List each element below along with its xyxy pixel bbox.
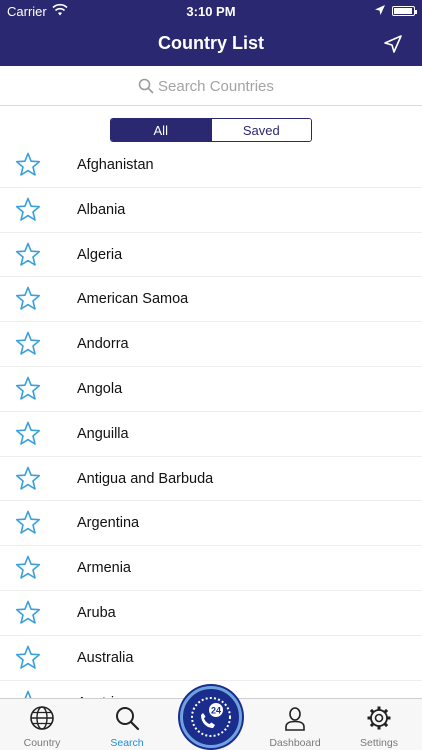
user-icon bbox=[285, 707, 305, 731]
country-name: Antigua and Barbuda bbox=[77, 470, 214, 487]
24h-call-icon: 24 bbox=[191, 697, 231, 737]
country-row[interactable]: American Samoa bbox=[0, 277, 422, 323]
page-title: Country List bbox=[158, 33, 264, 53]
search-input[interactable] bbox=[158, 75, 358, 97]
country-name: American Samoa bbox=[77, 291, 189, 308]
call-badge-text: 24 bbox=[211, 706, 221, 716]
star-icon[interactable] bbox=[14, 151, 42, 179]
segment-all[interactable]: All bbox=[111, 119, 211, 141]
tab-dashboard-label: Dashboard bbox=[269, 737, 321, 749]
country-row[interactable]: Antigua and Barbuda bbox=[0, 457, 422, 502]
tab-dashboard[interactable]: Dashboard bbox=[253, 699, 337, 750]
country-list: Afghanistan Albania Algeria American Samoa A… bbox=[0, 143, 422, 698]
country-name: Argentina bbox=[77, 515, 140, 532]
star-icon[interactable] bbox=[14, 509, 42, 537]
star-icon[interactable] bbox=[14, 285, 42, 313]
country-name: Andorra bbox=[77, 336, 129, 353]
star-icon[interactable] bbox=[14, 465, 42, 493]
tab-settings[interactable]: Settings bbox=[337, 699, 421, 750]
search-icon bbox=[116, 707, 140, 731]
star-icon[interactable] bbox=[14, 241, 42, 269]
country-row[interactable]: Australia bbox=[0, 636, 422, 681]
tab-search[interactable]: Search bbox=[85, 699, 169, 750]
globe-icon bbox=[30, 706, 54, 730]
star-icon[interactable] bbox=[14, 330, 42, 358]
country-name: Afghanistan bbox=[77, 157, 154, 173]
country-name: Aruba bbox=[77, 604, 116, 621]
navigation-bar: Country List bbox=[0, 22, 422, 66]
segment-saved[interactable]: Saved bbox=[210, 119, 311, 141]
tab-settings-label: Settings bbox=[360, 737, 398, 749]
country-name: Albania bbox=[77, 201, 126, 218]
country-row[interactable]: Anguilla bbox=[0, 412, 422, 457]
star-icon[interactable] bbox=[14, 599, 42, 627]
country-row[interactable]: Aruba bbox=[0, 591, 422, 636]
filter-segmented-control: All Saved bbox=[110, 118, 312, 142]
country-row[interactable]: Algeria bbox=[0, 233, 422, 278]
country-name: Angola bbox=[77, 380, 123, 397]
country-name: Armenia bbox=[77, 560, 131, 577]
country-row[interactable]: Albania bbox=[0, 188, 422, 233]
tab-country-label: Country bbox=[23, 737, 61, 749]
country-row[interactable]: Angola bbox=[0, 367, 422, 412]
star-icon[interactable] bbox=[14, 644, 42, 672]
emergency-call-button[interactable]: 24 bbox=[180, 686, 242, 748]
status-bar: Carrier 3:10 PM bbox=[0, 0, 422, 22]
country-row[interactable]: Armenia bbox=[0, 546, 422, 591]
location-arrow-icon[interactable] bbox=[382, 33, 404, 55]
country-name: Australia bbox=[77, 649, 134, 666]
tab-country[interactable]: Country bbox=[0, 699, 84, 750]
search-icon bbox=[138, 78, 154, 94]
tab-search-label: Search bbox=[110, 737, 144, 749]
star-icon[interactable] bbox=[14, 196, 42, 224]
search-bar bbox=[0, 66, 422, 106]
location-status-icon bbox=[375, 5, 385, 15]
country-row[interactable]: Andorra bbox=[0, 322, 422, 367]
star-icon[interactable] bbox=[14, 689, 42, 698]
star-icon[interactable] bbox=[14, 375, 42, 403]
country-name: Anguilla bbox=[77, 425, 129, 442]
country-row[interactable]: Argentina bbox=[0, 501, 422, 547]
clock: 3:10 PM bbox=[186, 4, 236, 19]
battery-icon bbox=[392, 6, 417, 16]
country-name: Algeria bbox=[77, 246, 123, 263]
star-icon[interactable] bbox=[14, 554, 42, 582]
country-row[interactable]: Afghanistan bbox=[0, 143, 422, 188]
gear-icon bbox=[367, 706, 391, 730]
star-icon[interactable] bbox=[14, 420, 42, 448]
